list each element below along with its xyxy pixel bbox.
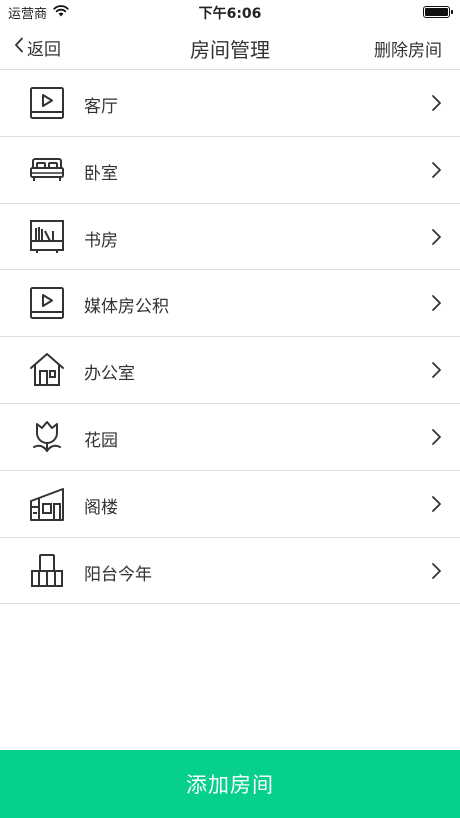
attic-icon: [29, 486, 65, 522]
room-label: 卧室: [84, 163, 118, 184]
chevron-right-icon: [431, 361, 443, 379]
room-label: 办公室: [84, 364, 135, 385]
room-item-attic[interactable]: 阁楼: [0, 471, 460, 538]
chevron-right-icon: [431, 495, 443, 513]
tv-icon: [29, 285, 65, 321]
navigation-bar: 返回 房间管理 删除房间: [0, 24, 460, 70]
room-item-living-room[interactable]: 客厅: [0, 70, 460, 137]
status-time: 下午6:06: [198, 6, 262, 22]
room-item-media-room[interactable]: 媒体房公积: [0, 270, 460, 338]
room-list: 客厅 卧室 书房 媒体房公积 办公室 花园 阁楼 阳台今年: [0, 70, 460, 605]
flower-icon: [29, 419, 65, 455]
status-bar: 运营商 下午6:06: [0, 0, 460, 24]
chevron-right-icon: [431, 428, 443, 446]
chevron-right-icon: [431, 94, 443, 112]
room-label: 书房: [84, 230, 118, 251]
chevron-right-icon: [431, 161, 443, 179]
bed-icon: [29, 152, 65, 188]
room-item-garden[interactable]: 花园: [0, 404, 460, 471]
room-label: 媒体房公积: [84, 297, 169, 318]
room-label: 阳台今年: [84, 564, 152, 585]
room-label: 阁楼: [84, 497, 118, 518]
room-label: 花园: [84, 430, 118, 451]
chevron-right-icon: [431, 228, 443, 246]
tv-icon: [29, 85, 65, 121]
chevron-right-icon: [431, 294, 443, 312]
battery-icon: [423, 6, 453, 18]
room-label: 客厅: [84, 97, 118, 117]
chevron-right-icon: [431, 562, 443, 580]
room-item-study[interactable]: 书房: [0, 204, 460, 271]
room-item-office[interactable]: 办公室: [0, 337, 460, 404]
house-icon: [29, 352, 65, 388]
add-room-button[interactable]: 添加房间: [0, 750, 460, 818]
room-item-bedroom[interactable]: 卧室: [0, 137, 460, 204]
room-item-balcony[interactable]: 阳台今年: [0, 538, 460, 605]
delete-room-button[interactable]: 删除房间: [374, 36, 442, 61]
bookshelf-icon: [29, 219, 65, 255]
balcony-icon: [29, 553, 65, 589]
